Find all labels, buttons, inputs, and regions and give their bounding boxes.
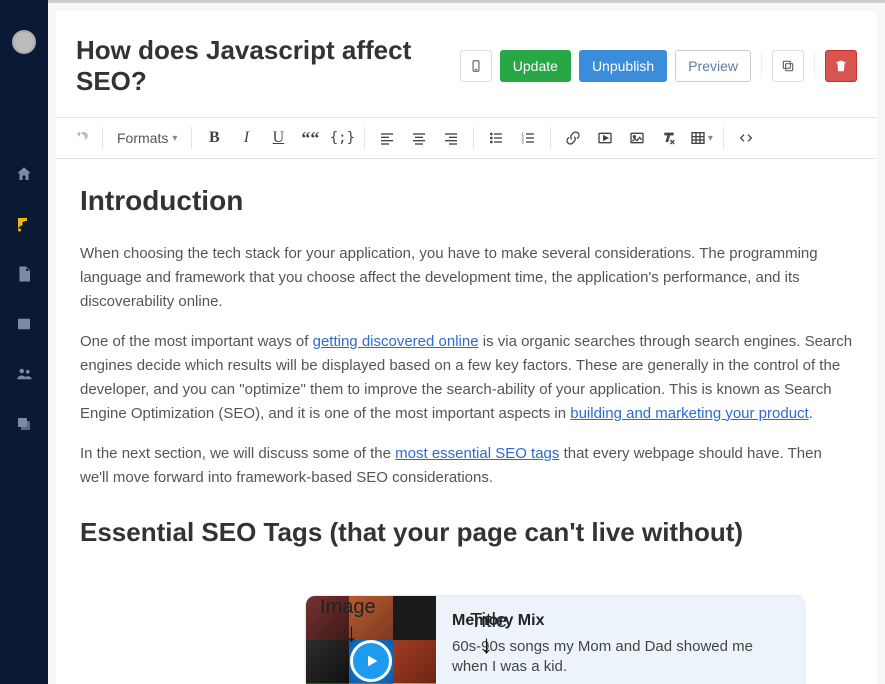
code-button[interactable]: {;}	[328, 124, 356, 152]
link-button[interactable]	[559, 124, 587, 152]
undo-button[interactable]	[66, 124, 94, 152]
unpublish-button[interactable]: Unpublish	[579, 50, 667, 82]
diagram: Image Title ↓ ↓	[80, 595, 853, 684]
preview-card-desc: 60s-90s songs my Mom and Dad showed me w…	[452, 637, 788, 678]
page-header: How does Javascript affect SEO? Update U…	[56, 11, 877, 117]
users-icon[interactable]	[14, 364, 34, 384]
bold-button[interactable]: B	[200, 124, 228, 152]
delete-button[interactable]	[825, 50, 857, 82]
link-seo-tags[interactable]: most essential SEO tags	[395, 445, 559, 462]
preview-card: Memory Mix 60s-90s songs my Mom and Dad …	[305, 595, 805, 684]
source-code-button[interactable]	[732, 124, 760, 152]
image-button[interactable]	[623, 124, 651, 152]
copy-button[interactable]	[772, 50, 804, 82]
caret-icon: ▾	[172, 133, 177, 144]
svg-text:3: 3	[522, 139, 525, 144]
avatar[interactable]	[12, 30, 36, 54]
clear-format-button[interactable]	[655, 124, 683, 152]
page-icon[interactable]	[14, 264, 34, 284]
numbered-list-button[interactable]: 123	[514, 124, 542, 152]
heading-tags: Essential SEO Tags (that your page can't…	[80, 512, 853, 554]
blockquote-button[interactable]: ““	[296, 124, 324, 152]
editor-toolbar: Formats ▾ B I U ““ {;} 123	[56, 118, 877, 159]
link-building[interactable]: building and marketing your product	[570, 405, 808, 422]
paragraph: In the next section, we will discuss som…	[80, 442, 853, 490]
sidebar	[0, 0, 48, 684]
italic-button[interactable]: I	[232, 124, 260, 152]
video-button[interactable]	[591, 124, 619, 152]
top-strip	[48, 0, 885, 3]
paragraph: One of the most important ways of gettin…	[80, 330, 853, 426]
editor-content[interactable]: Introduction When choosing the tech stac…	[56, 159, 877, 684]
editor: Formats ▾ B I U ““ {;} 123	[56, 117, 877, 684]
page-title: How does Javascript affect SEO?	[76, 35, 460, 97]
align-right-button[interactable]	[437, 124, 465, 152]
align-center-button[interactable]	[405, 124, 433, 152]
heading-intro: Introduction	[80, 179, 853, 224]
main-panel: How does Javascript affect SEO? Update U…	[48, 0, 885, 684]
underline-button[interactable]: U	[264, 124, 292, 152]
formats-label: Formats	[117, 130, 168, 146]
table-button[interactable]: ▾	[687, 124, 715, 152]
formats-dropdown[interactable]: Formats ▾	[111, 130, 183, 146]
media-icon[interactable]	[14, 314, 34, 334]
bullet-list-button[interactable]	[482, 124, 510, 152]
paragraph: When choosing the tech stack for your ap…	[80, 242, 853, 314]
align-left-button[interactable]	[373, 124, 401, 152]
phone-preview-button[interactable]	[460, 50, 492, 82]
link-discovered[interactable]: getting discovered online	[313, 333, 479, 350]
blog-icon[interactable]	[14, 214, 34, 234]
preview-button[interactable]: Preview	[675, 50, 751, 82]
stack-icon[interactable]	[14, 414, 34, 434]
arrow-icon: ↓	[480, 631, 493, 657]
update-button[interactable]: Update	[500, 50, 571, 82]
home-icon[interactable]	[14, 164, 34, 184]
arrow-icon: ↓	[345, 619, 358, 645]
